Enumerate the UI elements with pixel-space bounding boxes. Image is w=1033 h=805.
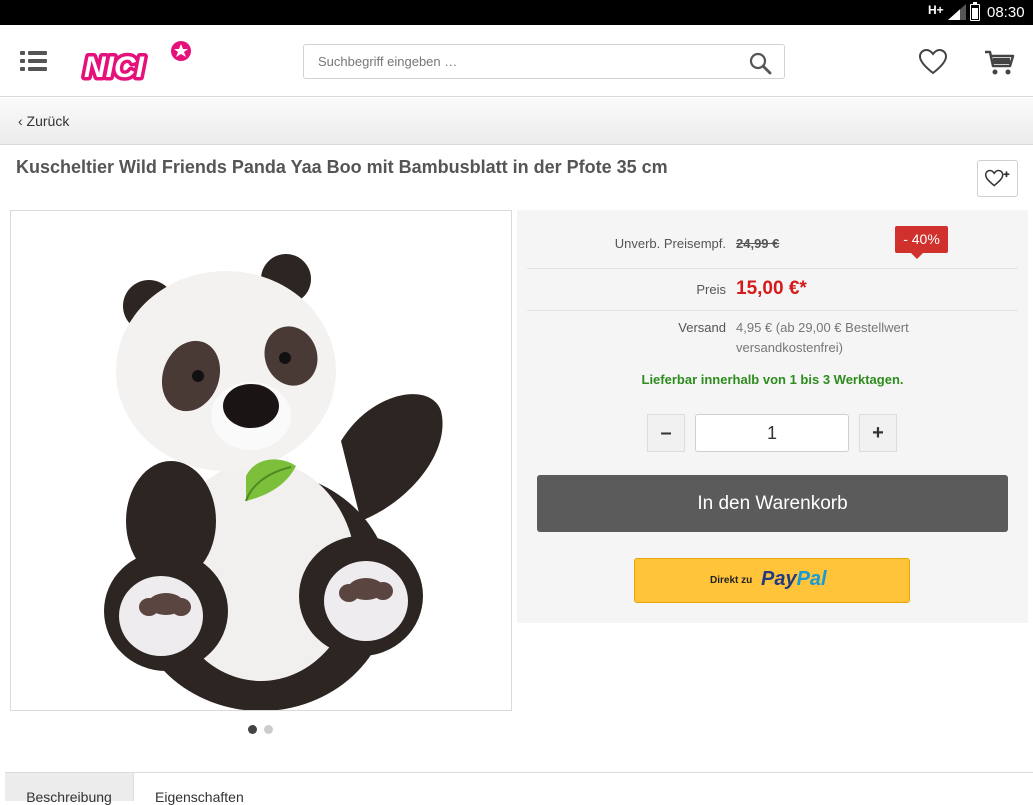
clock: 08:30	[987, 4, 1025, 21]
tab-description[interactable]: Beschreibung	[5, 773, 134, 805]
rrp-label: Unverb. Preisempf.	[614, 236, 726, 251]
network-type: H+	[928, 3, 944, 17]
pager-dot[interactable]	[264, 725, 273, 734]
paypal-logo: PayPal	[761, 568, 827, 590]
status-bar: H+ 08:30	[0, 0, 1033, 25]
quantity-input[interactable]	[695, 414, 849, 452]
site-header: NICI NICI	[0, 25, 1033, 97]
buy-box: Unverb. Preisempf. 24,99 € - 40% Preis 1…	[517, 210, 1028, 623]
back-link[interactable]: ‹ Zurück	[18, 113, 69, 129]
price-label: Preis	[696, 282, 726, 297]
shipping-info: 4,95 € (ab 29,00 € Bestellwert versandko…	[736, 320, 909, 355]
pager-dot-active[interactable]	[248, 725, 257, 734]
signal-icon	[948, 4, 966, 20]
heart-plus-icon	[984, 169, 1010, 187]
search-input[interactable]	[318, 45, 728, 78]
rrp-price: 24,99 €	[736, 236, 780, 251]
hamburger-menu-icon[interactable]	[20, 51, 47, 71]
paypal-express-button[interactable]: Direkt zu PayPal	[634, 558, 910, 603]
panda-plush-image	[104, 254, 443, 710]
svg-text:NICI: NICI	[84, 51, 145, 84]
product-image-gallery[interactable]	[10, 210, 512, 711]
quantity-decrease-button[interactable]: –	[647, 414, 685, 452]
availability-status: Lieferbar innerhalb von 1 bis 3 Werktage…	[641, 372, 904, 387]
shopping-cart-icon[interactable]	[984, 49, 1016, 77]
breadcrumb-bar: ‹ Zurück	[0, 98, 1033, 145]
search-bar	[303, 44, 785, 79]
product-tabs: Beschreibung Eigenschaften	[5, 772, 1033, 805]
divider	[527, 310, 1018, 311]
nici-logo[interactable]: NICI NICI	[80, 39, 195, 85]
add-to-cart-button[interactable]: In den Warenkorb	[537, 475, 1008, 532]
product-title: Kuscheltier Wild Friends Panda Yaa Boo m…	[16, 157, 668, 177]
current-price: 15,00 €*	[736, 278, 807, 299]
paypal-prefix: Direkt zu	[710, 575, 753, 586]
tab-properties[interactable]: Eigenschaften	[155, 773, 255, 805]
battery-icon	[970, 2, 980, 21]
shipping-label: Versand	[678, 320, 726, 335]
wishlist-heart-icon[interactable]	[918, 48, 948, 76]
divider	[527, 268, 1018, 269]
discount-badge: - 40%	[895, 226, 948, 259]
search-icon[interactable]	[748, 51, 772, 75]
add-to-wishlist-button[interactable]	[977, 160, 1018, 197]
quantity-increase-button[interactable]: +	[859, 414, 897, 452]
